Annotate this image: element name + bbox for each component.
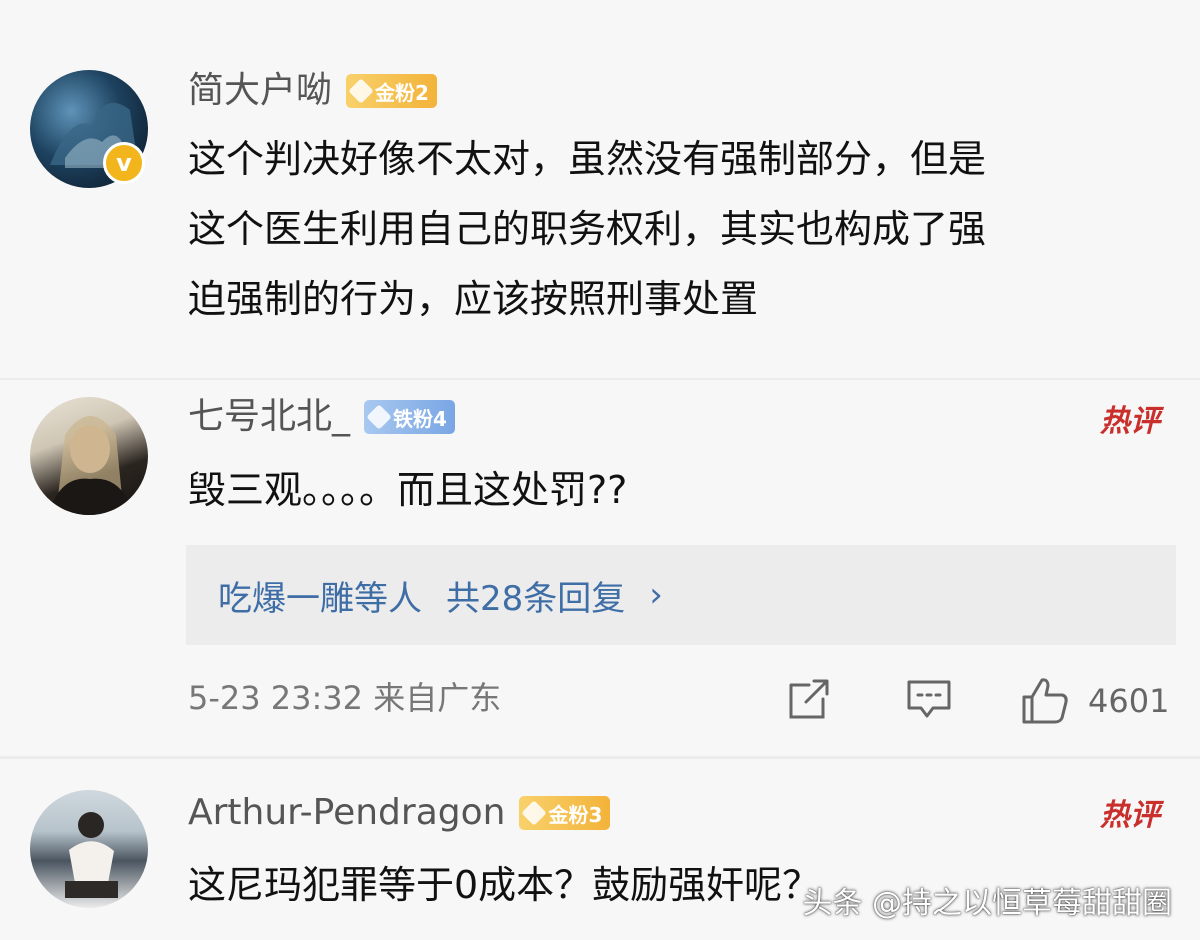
- hot-comment-label: 热评: [1100, 798, 1160, 833]
- avatar-image: [65, 812, 118, 898]
- verified-icon: v: [103, 142, 145, 184]
- like-button[interactable]: 4601: [1020, 676, 1169, 726]
- comment-1: v 简大户呦 金粉2 这个判决好像不太对，虽然没有强制部分，但是 这个医生利用自…: [0, 0, 1200, 380]
- reply-users[interactable]: 吃爆一雕等人: [218, 571, 422, 620]
- like-icon: [1022, 678, 1068, 724]
- comment-text: 毁三观。。。。而且这处罚??: [188, 468, 628, 512]
- reply-count[interactable]: 共28条回复: [446, 571, 625, 620]
- comment-text: 这个判决好像不太对，虽然没有强制部分，但是 这个医生利用自己的职务权利，其实也构…: [188, 124, 1178, 334]
- fan-badge: 金粉3: [519, 796, 611, 830]
- avatar[interactable]: [30, 397, 148, 515]
- comment-line: 迫强制的行为，应该按照刑事处置: [188, 277, 759, 321]
- fan-badge: 铁粉4: [364, 400, 455, 434]
- badge-icon: [521, 800, 548, 826]
- hot-comment-label: 热评: [1100, 404, 1160, 439]
- comment-line: 这个医生利用自己的职务权利，其实也构成了强: [188, 207, 987, 251]
- comment-button[interactable]: [905, 676, 953, 722]
- avatar-image: [48, 416, 134, 515]
- username[interactable]: 七号北北_: [188, 392, 350, 442]
- badge-label: 铁粉4: [393, 406, 447, 431]
- username[interactable]: 简大户呦: [188, 66, 332, 116]
- diamond-icon: [366, 404, 392, 430]
- like-count: 4601: [1088, 682, 1170, 720]
- divider: [0, 756, 1200, 759]
- username[interactable]: Arthur-Pendragon: [188, 788, 505, 838]
- chevron-right-icon: ›: [649, 575, 663, 615]
- badge-label: 金粉2: [375, 80, 429, 105]
- comment-meta: 5-23 23:32 来自广东: [188, 679, 502, 717]
- share-icon: [789, 679, 829, 719]
- badge-icon: [348, 78, 374, 104]
- replies-preview[interactable]: 吃爆一雕等人 共28条回复 ›: [186, 545, 1176, 645]
- avatar[interactable]: [30, 790, 148, 908]
- fan-badge: 金粉2: [346, 74, 437, 108]
- badge-label: 金粉3: [548, 802, 603, 827]
- watermark: 头条 @持之以恒草莓甜甜圈: [802, 886, 1172, 921]
- comment-line: 这个判决好像不太对，虽然没有强制部分，但是: [188, 137, 987, 181]
- share-button[interactable]: [786, 676, 832, 722]
- comment-icon: [907, 680, 951, 718]
